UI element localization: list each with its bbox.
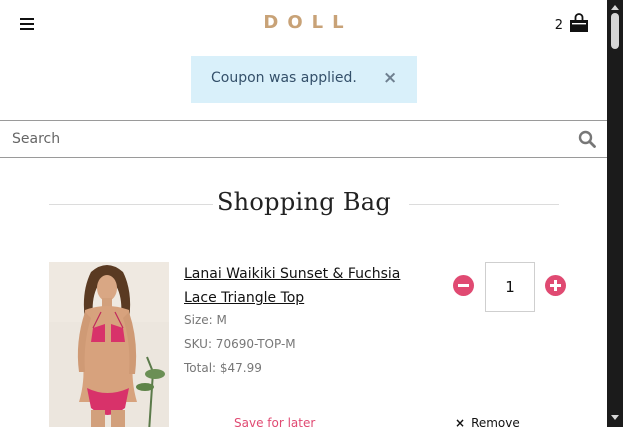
cart-button[interactable]: 2 bbox=[555, 13, 589, 33]
logo[interactable]: DOLL bbox=[0, 12, 607, 33]
close-icon[interactable]: × bbox=[383, 68, 397, 88]
quantity-input[interactable] bbox=[485, 262, 535, 312]
product-sku: SKU: 70690-TOP-M bbox=[184, 337, 296, 351]
cart-count: 2 bbox=[554, 18, 563, 33]
scroll-up-arrow-icon[interactable] bbox=[611, 5, 619, 10]
search-bar bbox=[0, 120, 607, 158]
remove-button[interactable]: × Remove bbox=[455, 416, 520, 427]
divider bbox=[409, 204, 559, 205]
coupon-alert: Coupon was applied. × bbox=[191, 56, 417, 103]
scrollbar[interactable] bbox=[607, 0, 623, 427]
remove-label: Remove bbox=[471, 416, 520, 427]
scroll-down-arrow-icon[interactable] bbox=[611, 415, 619, 420]
product-total: Total: $47.99 bbox=[184, 361, 262, 375]
product-size: Size: M bbox=[184, 313, 227, 327]
product-image[interactable] bbox=[49, 262, 169, 427]
alert-message: Coupon was applied. bbox=[211, 70, 357, 86]
save-for-later-link[interactable]: Save for later bbox=[234, 416, 315, 427]
decrease-quantity-button[interactable] bbox=[453, 275, 474, 296]
search-icon[interactable] bbox=[578, 130, 596, 148]
product-name-line2: Lace Triangle Top bbox=[184, 290, 305, 306]
page-title: Shopping Bag bbox=[216, 188, 392, 216]
remove-icon: × bbox=[455, 416, 466, 427]
search-input[interactable] bbox=[0, 121, 572, 157]
product-name-link[interactable]: Lanai Waikiki Sunset & Fuchsia Lace Tria… bbox=[184, 262, 424, 310]
scrollbar-thumb[interactable] bbox=[611, 13, 619, 49]
product-name-line1: Lanai Waikiki Sunset & Fuchsia bbox=[184, 266, 401, 282]
page-heading-row: Shopping Bag bbox=[49, 188, 559, 220]
shopping-bag-icon bbox=[570, 13, 588, 32]
increase-quantity-button[interactable] bbox=[545, 275, 566, 296]
page: DOLL 2 Coupon was applied. × Shopping Ba… bbox=[0, 0, 607, 427]
